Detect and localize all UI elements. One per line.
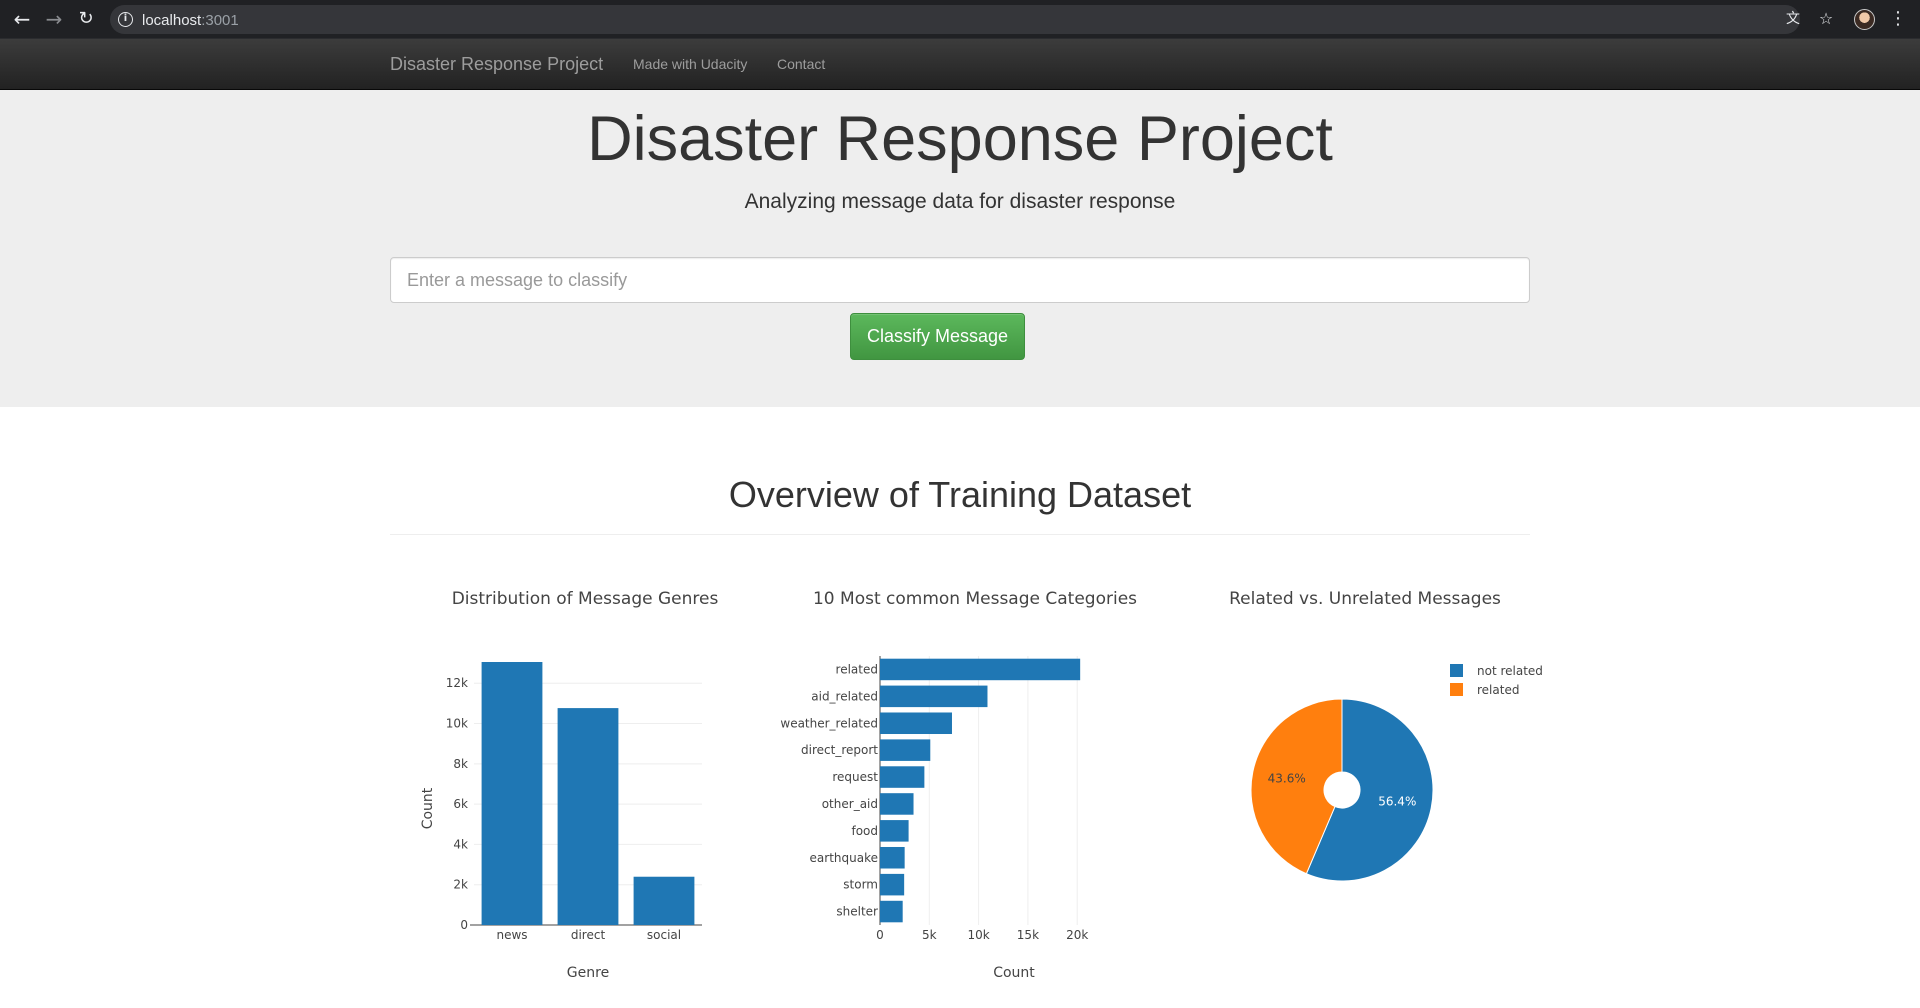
y-tick-label: 8k xyxy=(453,757,468,771)
x-tick-label: 5k xyxy=(922,928,937,942)
y-tick-label: direct_report xyxy=(801,743,878,757)
y-tick-label: aid_related xyxy=(811,689,878,703)
bar xyxy=(880,766,925,788)
bar xyxy=(880,820,909,842)
x-tick-label: 0 xyxy=(876,928,884,942)
y-tick-label: shelter xyxy=(836,905,878,919)
bar xyxy=(481,662,543,925)
y-tick-label: weather_related xyxy=(780,716,878,730)
bar xyxy=(880,846,905,869)
bar xyxy=(880,739,931,761)
y-tick-label: earthquake xyxy=(810,851,878,865)
bar xyxy=(880,712,952,735)
y-tick-label: other_aid xyxy=(822,797,878,811)
x-tick-label: social xyxy=(647,928,681,942)
x-axis-title: Genre xyxy=(567,965,609,981)
bar xyxy=(633,876,695,925)
legend-swatch xyxy=(1450,683,1463,696)
legend-label: related xyxy=(1477,683,1519,697)
y-tick-label: 2k xyxy=(453,878,468,892)
bar xyxy=(880,873,905,896)
y-tick-label: 12k xyxy=(446,676,468,690)
y-tick-label: related xyxy=(836,662,878,676)
bar xyxy=(880,658,1081,681)
bar xyxy=(880,685,988,708)
y-tick-label: 0 xyxy=(460,918,468,932)
bar xyxy=(557,708,619,925)
x-axis-title: Count xyxy=(993,965,1035,981)
x-tick-label: 20k xyxy=(1066,928,1088,942)
bar xyxy=(880,793,914,815)
pie-value-label: 56.4% xyxy=(1378,794,1416,808)
x-tick-label: news xyxy=(496,928,527,942)
y-tick-label: request xyxy=(832,770,878,784)
y-tick-label: storm xyxy=(843,878,878,892)
y-tick-label: 6k xyxy=(453,797,468,811)
legend-label: not related xyxy=(1477,664,1543,678)
pie-value-label: 43.6% xyxy=(1268,772,1306,786)
y-tick-label: 10k xyxy=(446,717,468,731)
x-tick-label: 10k xyxy=(967,928,989,942)
bar xyxy=(880,900,903,923)
y-axis-title: Count xyxy=(420,787,436,829)
x-tick-label: direct xyxy=(571,928,606,942)
y-tick-label: 4k xyxy=(453,837,468,851)
legend-swatch xyxy=(1450,664,1463,677)
charts-canvas: 0 2k 4k 6k 8k 10k 12k news direct social Genre Coun… xyxy=(420,656,1543,981)
x-tick-label: 15k xyxy=(1017,928,1039,942)
y-tick-label: food xyxy=(851,824,878,838)
